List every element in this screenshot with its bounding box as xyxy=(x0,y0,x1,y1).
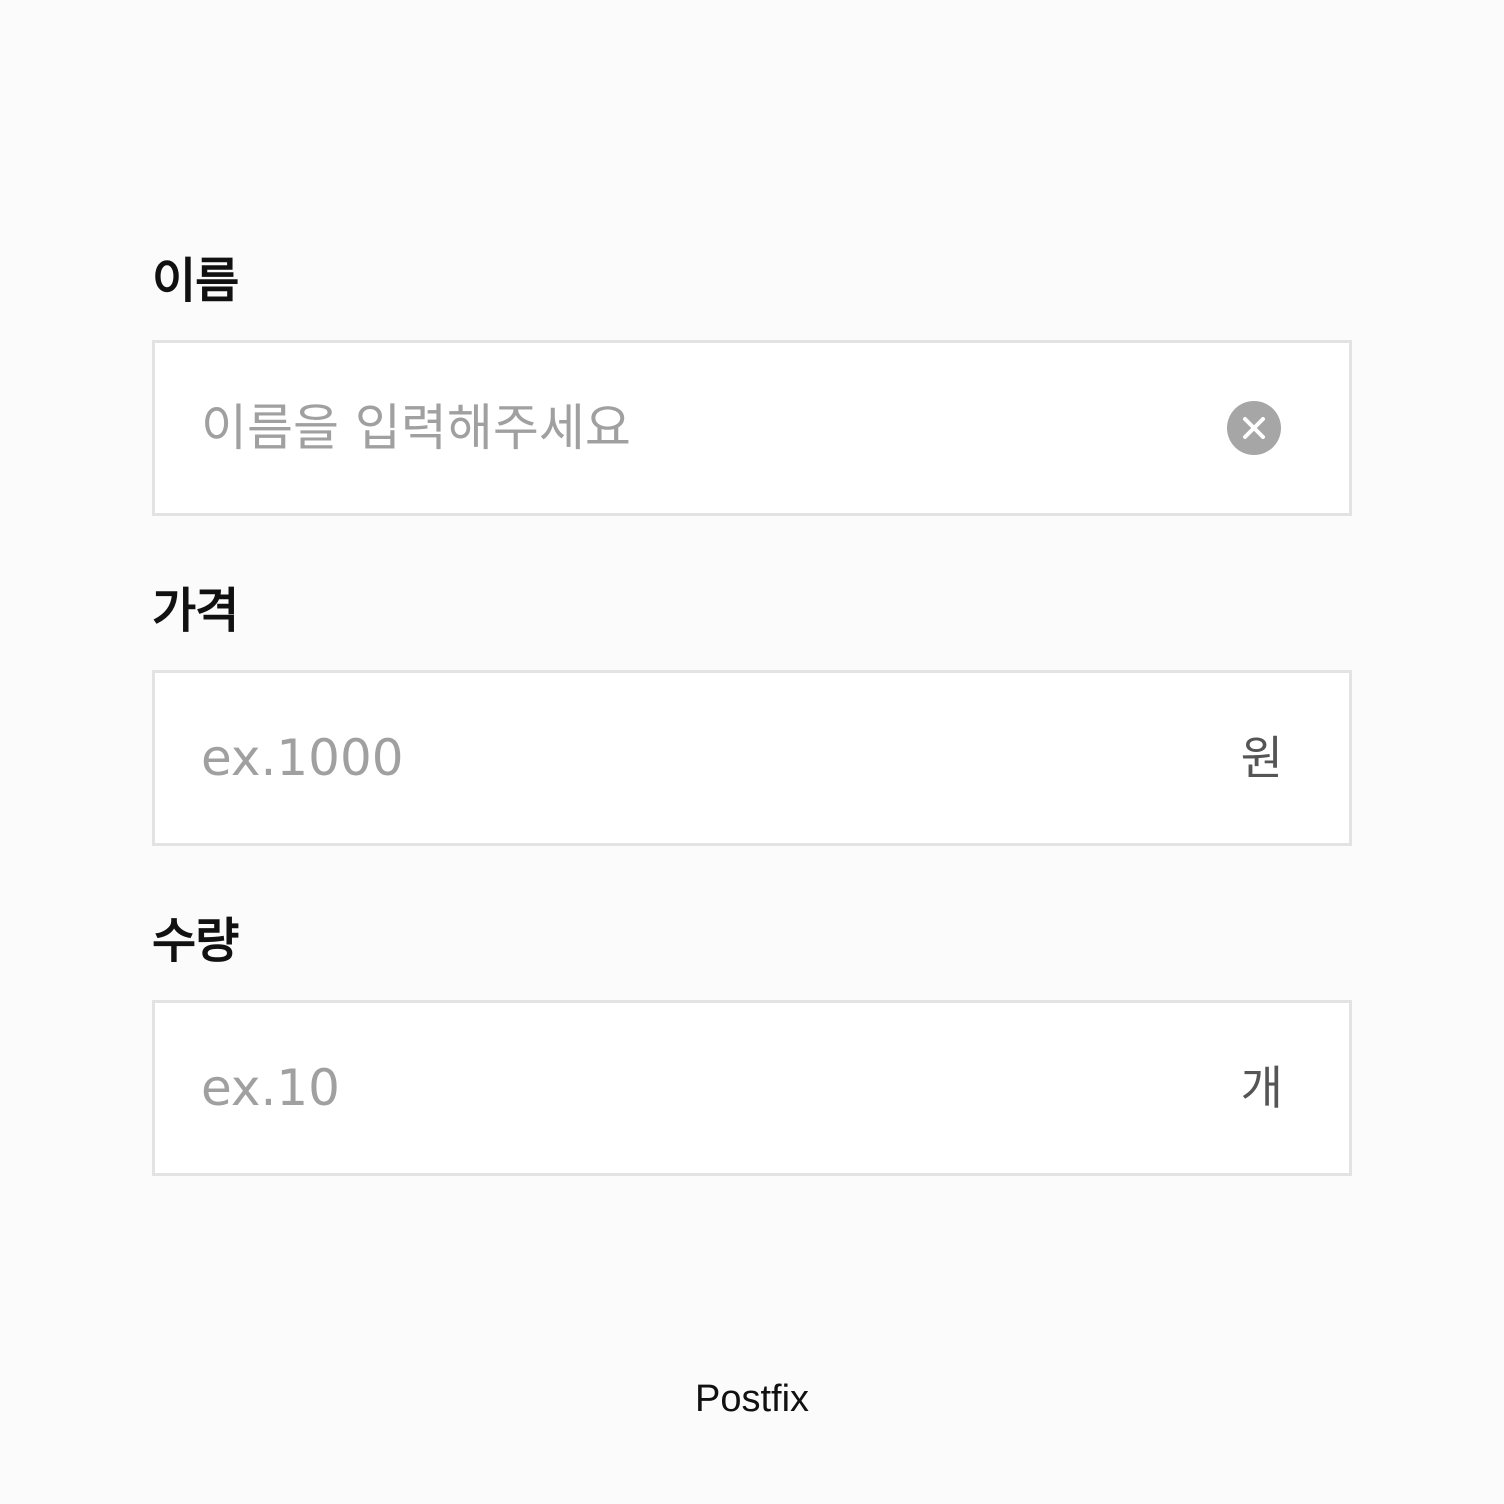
close-icon xyxy=(1243,417,1265,439)
name-label: 이름 xyxy=(152,253,239,309)
quantity-suffix: 개 xyxy=(1240,1061,1283,1115)
name-field-group: 이름 xyxy=(152,250,1352,516)
caption: Postfix xyxy=(694,1378,810,1420)
price-suffix: 원 xyxy=(1240,731,1283,785)
name-field-box xyxy=(152,340,1352,516)
name-input[interactable] xyxy=(201,388,1227,468)
quantity-label: 수량 xyxy=(152,913,239,969)
quantity-field-box: 개 xyxy=(152,1000,1352,1176)
quantity-field-group: 수량 개 xyxy=(152,910,1352,1176)
price-field-group: 가격 원 xyxy=(152,580,1352,846)
quantity-input[interactable] xyxy=(201,1048,1241,1128)
clear-button[interactable] xyxy=(1227,401,1281,455)
price-field-box: 원 xyxy=(152,670,1352,846)
price-input[interactable] xyxy=(201,718,1241,798)
form: 이름 가격 원 수량 개 xyxy=(152,250,1352,1240)
price-label: 가격 xyxy=(152,583,239,639)
